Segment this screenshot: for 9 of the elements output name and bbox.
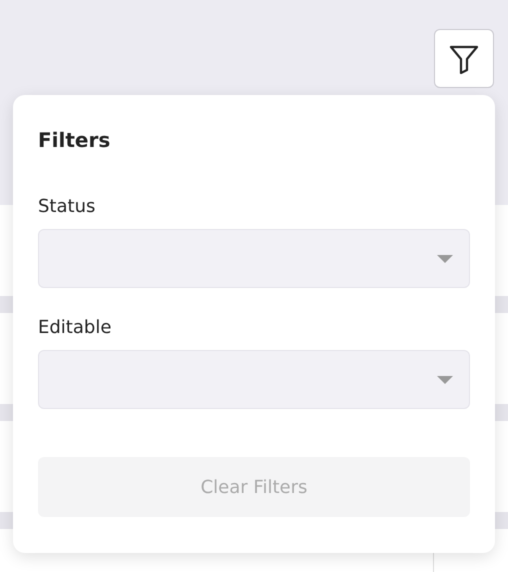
select-field[interactable] [38,229,470,288]
field-label: Editable [38,317,112,339]
select-field[interactable] [38,350,470,409]
popover-title: Filters [38,128,112,152]
caret-icon [437,376,453,384]
caret-icon [437,254,453,262]
filter-button[interactable] [434,29,494,88]
field-label: Status [38,196,96,218]
filter-icon [449,44,479,74]
